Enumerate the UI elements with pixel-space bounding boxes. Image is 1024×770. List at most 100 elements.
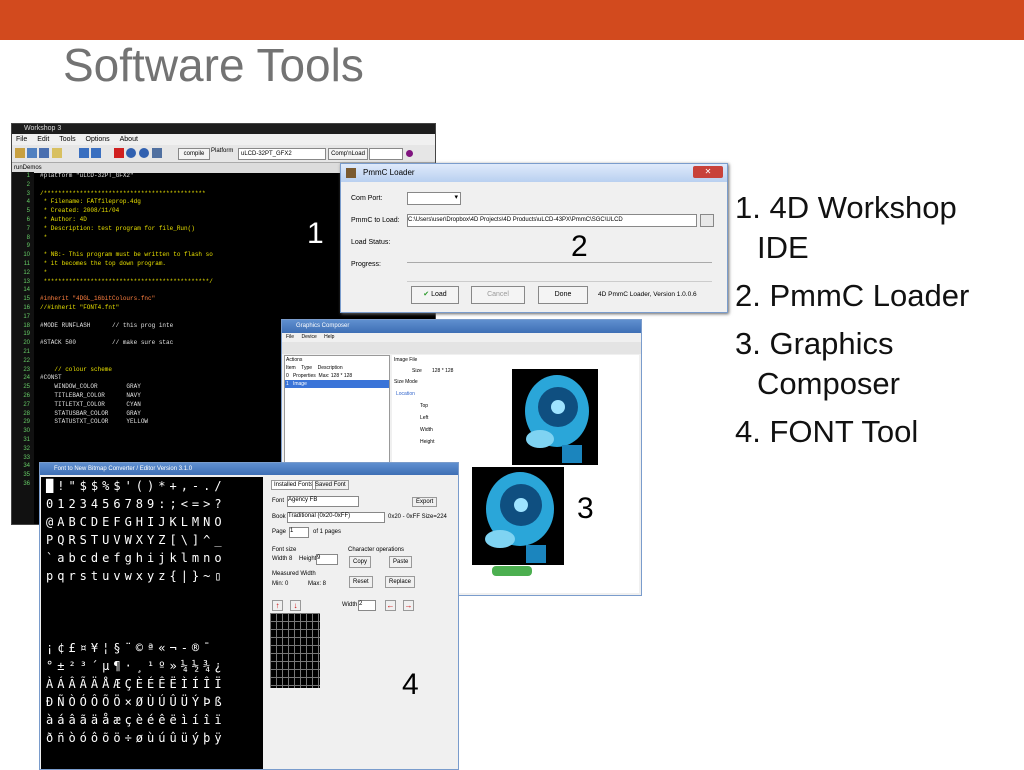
cell: 1 <box>286 381 289 387</box>
replace-button[interactable]: Replace <box>385 576 416 588</box>
glyph-grid[interactable]: █!"$$%$'()*+,-./ 0123456789:;<=>? @ABCDEFG… <box>41 477 263 769</box>
open-icon[interactable] <box>27 148 37 158</box>
undo-icon[interactable] <box>79 148 89 158</box>
copy-icon[interactable] <box>126 148 136 158</box>
paste-button[interactable]: Paste <box>389 556 413 568</box>
comport-select[interactable]: ▾ <box>407 192 461 205</box>
callout-3: 3 <box>577 492 594 525</box>
line-number: 33 <box>23 454 30 461</box>
paste-icon[interactable] <box>139 148 149 158</box>
font-label: Font <box>272 498 285 504</box>
dest-select[interactable] <box>369 148 403 160</box>
arrow-down-icon[interactable]: ↓ <box>290 600 301 611</box>
glyph-row: PQRSTUVWXYZ[\]^_ <box>46 533 226 547</box>
glyph-row: ¡¢£¤¥¦§¨©ª«¬-®¯ <box>46 641 215 655</box>
line-number: 19 <box>23 331 30 338</box>
redo-icon[interactable] <box>91 148 101 158</box>
font-select[interactable]: Agency FB <box>287 496 359 507</box>
line-number: 24 <box>23 375 30 382</box>
print-icon[interactable] <box>52 148 62 158</box>
line-number: 4 <box>26 199 30 206</box>
glyph-row: ÀÁÂÃÄÅÆÇÈÉÊËÌÍÎÏ <box>46 677 226 691</box>
list-item: 4. FONT Tool <box>735 414 919 449</box>
cancel-button[interactable]: Cancel <box>471 286 525 304</box>
export-button[interactable]: Export <box>412 497 438 507</box>
divider <box>407 281 712 282</box>
actions-label: Actions <box>286 357 303 363</box>
line-number: 8 <box>26 234 30 241</box>
menu-about[interactable]: About <box>120 136 138 143</box>
load-status-label: Load Status: <box>351 239 391 246</box>
menu-tools[interactable]: Tools <box>59 136 75 143</box>
compile-button[interactable]: compile <box>178 148 210 160</box>
find-icon[interactable] <box>152 148 162 158</box>
version-label: 4D PmmC Loader, Version 1.0.0.6 <box>598 291 697 298</box>
load-button[interactable]: ✔ Load <box>411 286 459 304</box>
line-number: 18 <box>23 322 30 329</box>
line-number: 34 <box>23 463 30 470</box>
callout-2: 2 <box>571 230 588 263</box>
line-number: 2 <box>26 181 30 188</box>
list-item: 2. PmmC Loader <box>735 278 970 313</box>
menu-device[interactable]: Device <box>301 334 316 340</box>
min-label: Min: 0 <box>272 581 289 587</box>
char-ops-label: Character operations <box>348 547 405 553</box>
nav-buttons[interactable] <box>492 566 532 576</box>
done-button[interactable]: Done <box>538 286 588 304</box>
width2-stepper[interactable]: 2 <box>358 600 376 611</box>
glyph-row <box>41 621 263 639</box>
save-icon[interactable] <box>39 148 49 158</box>
table-row[interactable]: 1 Image <box>285 380 389 388</box>
pmmc-titlebar: PmmC Loader ✕ <box>341 164 727 182</box>
menu-edit[interactable]: Edit <box>37 136 49 143</box>
pmmc-file-select[interactable]: C:\Users\user\Dropbox\4D Projects\4D Pro… <box>407 214 697 227</box>
arrow-left-icon[interactable]: ← <box>385 600 396 611</box>
arrow-up-icon[interactable]: ↑ <box>272 600 283 611</box>
line-number: 28 <box>23 410 30 417</box>
size-mode-label: Size Mode <box>394 379 418 385</box>
callout-4: 4 <box>402 668 419 701</box>
preview-image <box>472 467 564 565</box>
menu-options[interactable]: Options <box>86 136 110 143</box>
line-number: 29 <box>23 419 30 426</box>
app-icon <box>346 168 356 178</box>
close-icon[interactable]: ✕ <box>693 166 723 178</box>
tab-installed-fonts[interactable]: Installed Fonts <box>271 480 317 490</box>
line-number: 36 <box>23 480 30 487</box>
height-stepper[interactable]: 9 <box>316 554 338 565</box>
max-label: Max: 8 <box>308 581 327 587</box>
line-number: 25 <box>23 384 30 391</box>
xray-preview-icon <box>485 472 554 563</box>
glyph-row: @ABCDEFGHIJKLMNO <box>46 515 226 529</box>
cut-icon[interactable] <box>114 148 124 158</box>
width2-label: Width <box>342 602 358 608</box>
new-file-icon[interactable] <box>15 148 25 158</box>
glyph-row: àáâãäåæçèéêëìíîï <box>46 713 226 727</box>
callout-1: 1 <box>307 217 324 250</box>
workshop-menubar: File Edit Tools Options About <box>12 134 435 145</box>
page-stepper[interactable]: 1 <box>289 527 309 538</box>
glyph-row: °±²³´µ¶·¸¹º»¼½¾¿ <box>46 659 226 673</box>
glyph-row: `abcdefghijklmno <box>46 551 226 565</box>
progress-label: Progress: <box>351 261 381 268</box>
menu-file[interactable]: File <box>16 136 27 143</box>
glyph-editor-grid[interactable] <box>270 613 320 688</box>
cell: Max: 128 * 128 <box>318 373 353 379</box>
font-tool-window: Font to New Bitmap Converter / Editor Ve… <box>39 462 459 770</box>
platform-select[interactable]: uLCD-32PT_GFX2 <box>238 148 326 160</box>
size-label: Size <box>412 368 422 374</box>
glyph-row: 0123456789:;<=>? <box>46 497 226 511</box>
reset-button[interactable]: Reset <box>349 576 373 588</box>
menu-help[interactable]: Help <box>324 334 334 340</box>
browse-button[interactable] <box>700 214 714 227</box>
glyph-row <box>41 585 263 603</box>
comp-load-button[interactable]: Comp'nLoad <box>328 148 368 160</box>
arrow-right-icon[interactable]: → <box>403 600 414 611</box>
book-select[interactable]: Traditional (0x20-0xFF) <box>287 512 385 523</box>
slide-title: Software Tools <box>63 39 364 91</box>
line-number: 23 <box>23 366 30 373</box>
table-row[interactable]: 0 Properties Max: 128 * 128 <box>285 372 389 380</box>
copy-button[interactable]: Copy <box>349 556 372 568</box>
menu-file[interactable]: File <box>286 334 294 340</box>
tab-saved-font[interactable]: Saved Font <box>312 480 349 490</box>
